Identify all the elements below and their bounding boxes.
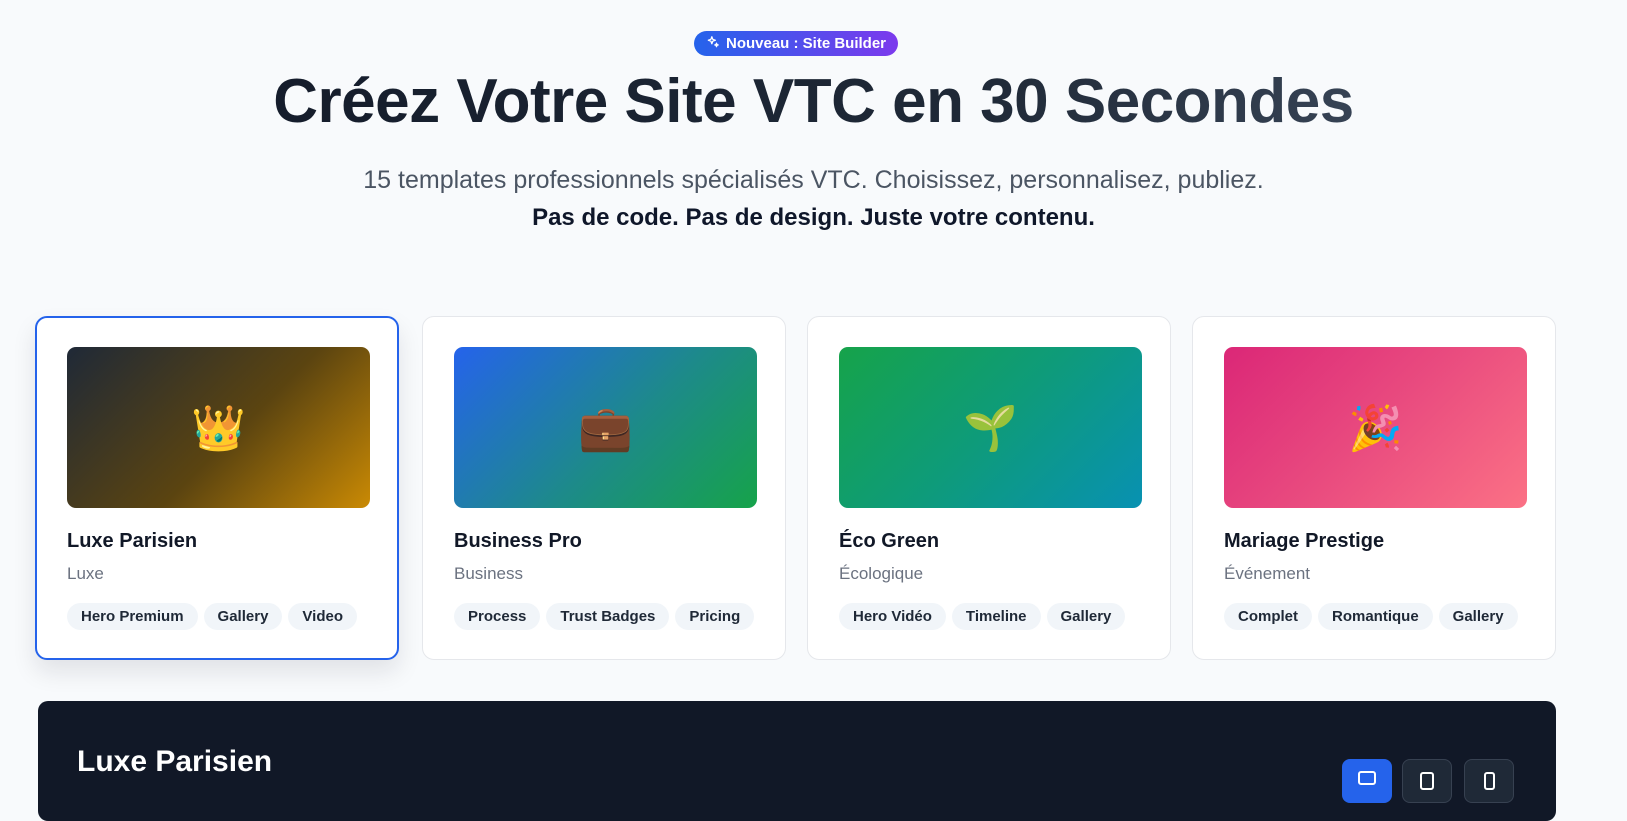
preview-title: Luxe Parisien [77, 745, 273, 778]
feature-tag: Timeline [951, 603, 1041, 630]
crown-icon: 👑 [191, 403, 246, 453]
feature-tag: Pricing [675, 603, 755, 630]
mobile-view-button[interactable] [1464, 759, 1514, 803]
template-card-luxe-parisien[interactable]: 👑 Luxe Parisien Luxe Hero Premium Galler… [35, 316, 399, 660]
template-thumbnail: 🎉 [1224, 347, 1527, 508]
feature-tag: Video [288, 603, 357, 630]
feature-tag: Gallery [203, 603, 283, 630]
desktop-view-button[interactable] [1342, 759, 1392, 803]
template-thumbnail: 🌱 [839, 347, 1142, 508]
template-tags: Hero Premium Gallery Video [67, 603, 357, 630]
template-name: Luxe Parisien [67, 530, 198, 552]
template-card-business-pro[interactable]: 💼 Business Pro Business Process Trust Ba… [422, 316, 786, 660]
template-thumbnail: 👑 [67, 347, 370, 508]
page-subtitle: 15 templates professionnels spécialisés … [363, 166, 1264, 194]
tablet-view-button[interactable] [1402, 759, 1452, 803]
template-category: Écologique [839, 564, 924, 583]
page-title: Créez Votre Site VTC en 30 Secondes [0, 66, 1627, 137]
feature-tag: Trust Badges [546, 603, 670, 630]
template-thumbnail: 💼 [454, 347, 757, 508]
template-name: Mariage Prestige [1224, 530, 1385, 552]
feature-tag: Hero Vidéo [839, 603, 946, 630]
desktop-icon [1358, 771, 1376, 785]
briefcase-icon: 💼 [578, 403, 633, 453]
template-category: Business [454, 564, 523, 583]
feature-tag: Hero Premium [67, 603, 198, 630]
feature-tag: Gallery [1438, 603, 1518, 630]
feature-tag: Process [454, 603, 541, 630]
page-tagline: Pas de code. Pas de design. Juste votre … [532, 204, 1095, 231]
party-popper-icon: 🎉 [1348, 403, 1403, 453]
template-card-eco-green[interactable]: 🌱 Éco Green Écologique Hero Vidéo Timeli… [807, 316, 1171, 660]
new-feature-badge: Nouveau : Site Builder [694, 31, 898, 56]
badge-label: Nouveau : Site Builder [725, 35, 887, 52]
template-name: Éco Green [839, 530, 940, 552]
template-category: Luxe [67, 564, 104, 583]
feature-tag: Romantique [1318, 603, 1433, 630]
sparkles-icon [706, 35, 720, 53]
template-tags: Complet Romantique Gallery [1224, 603, 1518, 630]
mobile-icon [1483, 772, 1495, 790]
seedling-icon: 🌱 [963, 403, 1018, 453]
tablet-icon [1420, 772, 1434, 790]
template-tags: Process Trust Badges Pricing [454, 603, 755, 630]
template-card-mariage-prestige[interactable]: 🎉 Mariage Prestige Événement Complet Rom… [1192, 316, 1556, 660]
feature-tag: Complet [1224, 603, 1312, 630]
template-tags: Hero Vidéo Timeline Gallery [839, 603, 1126, 630]
feature-tag: Gallery [1046, 603, 1126, 630]
template-name: Business Pro [454, 530, 582, 552]
template-preview-panel: Luxe Parisien [38, 701, 1556, 821]
template-category: Événement [1224, 564, 1310, 583]
